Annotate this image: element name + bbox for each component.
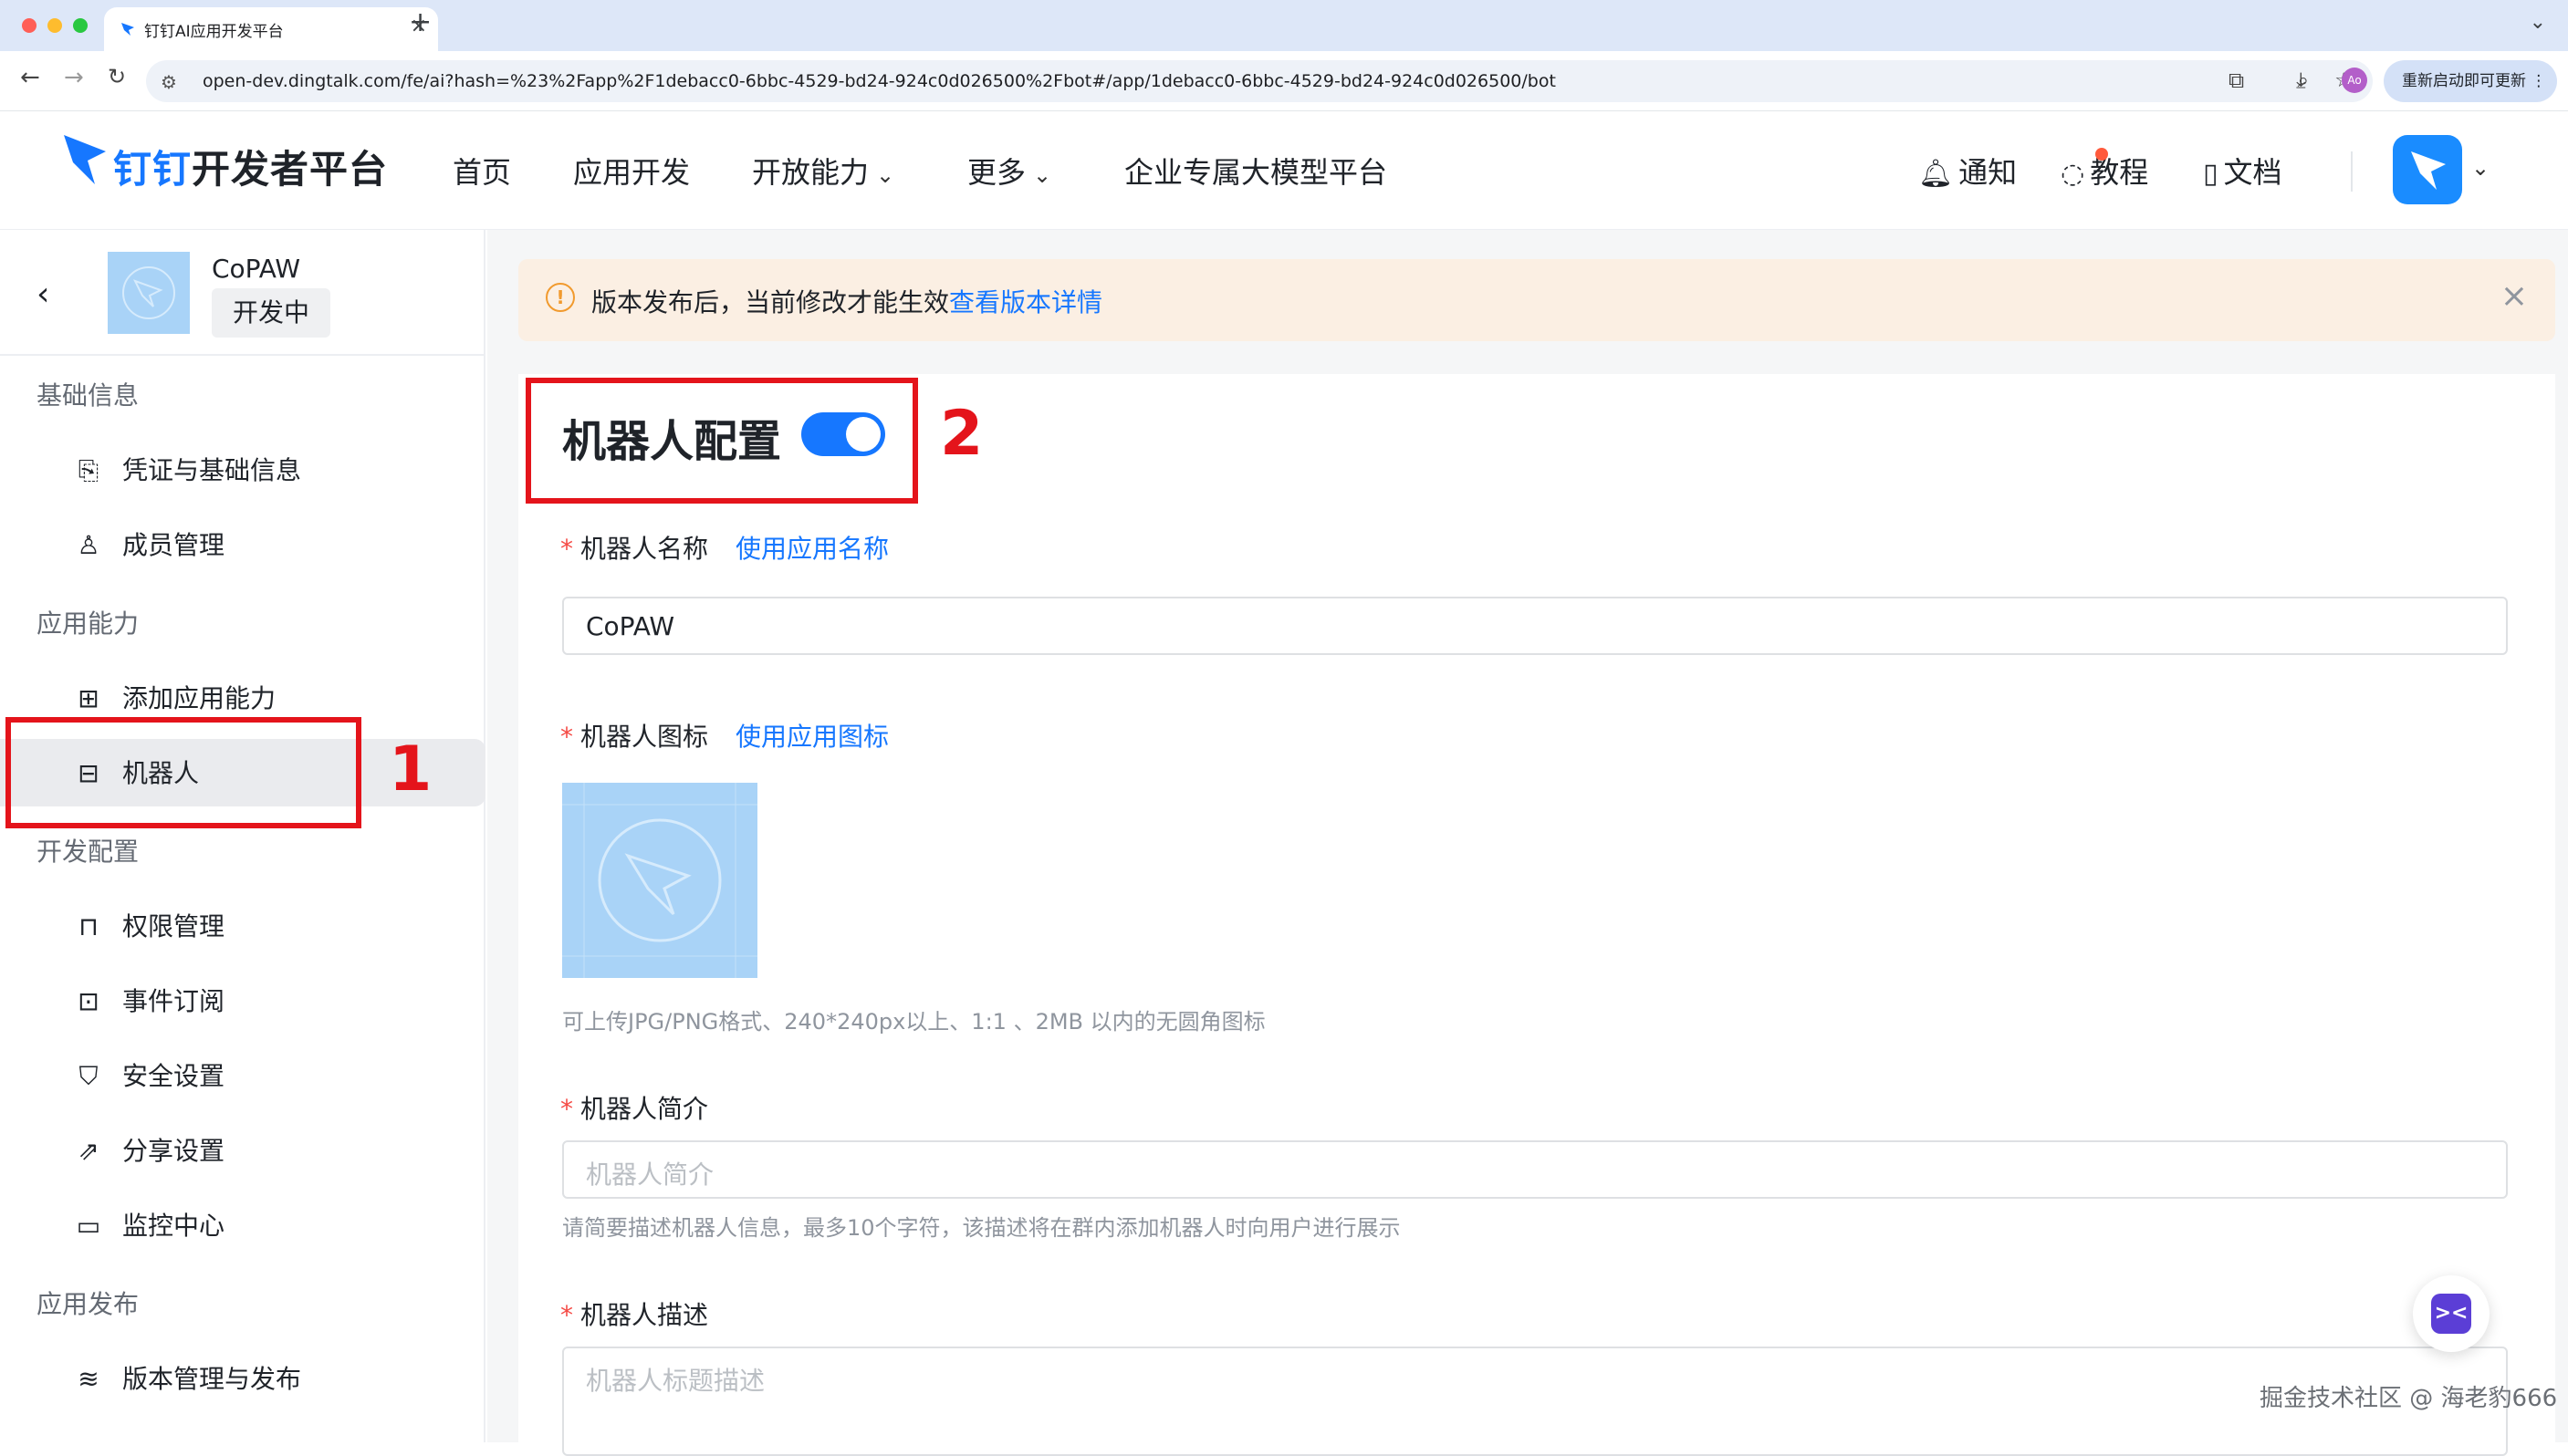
site-logo-text[interactable]: 钉钉开发者平台	[113, 139, 388, 194]
assistant-icon: ><	[2431, 1294, 2471, 1334]
alert-text: 版本发布后，当前修改才能生效查看版本详情	[591, 287, 1103, 317]
forward-arrow-icon[interactable]: →	[64, 66, 84, 89]
book-icon: ▯	[2203, 158, 2218, 190]
shield-icon: ⛉	[78, 1061, 99, 1091]
watermark: 掘金技术社区 @ 海老豹666	[2260, 1385, 2558, 1412]
new-tab-button[interactable]: +	[409, 9, 432, 36]
robot-intro-label: * 机器人简介	[560, 1094, 709, 1124]
site-info-icon[interactable]: ⚙	[161, 71, 177, 93]
sidebar-item-add-capability[interactable]: ⊞ 添加应用能力	[73, 679, 276, 715]
annotation-box-2	[526, 378, 918, 504]
notify-button[interactable]: 🔔︎ 通知	[1918, 150, 2017, 192]
robot-intro-hint: 请简要描述机器人信息，最多10个字符，该描述将在群内添加机器人时向用户进行展示	[562, 1215, 1401, 1241]
use-app-icon-link[interactable]: 使用应用图标	[736, 722, 889, 752]
user-app-avatar[interactable]	[2393, 135, 2462, 204]
maximize-window-button[interactable]	[73, 18, 88, 33]
robot-name-input[interactable]: CoPAW	[562, 597, 2508, 655]
annotation-box-1	[5, 717, 361, 828]
sidebar-item-share[interactable]: ⇗ 分享设置	[73, 1131, 224, 1168]
chevron-down-icon: ⌄	[876, 162, 895, 188]
sidebar-item-members[interactable]: ♙ 成员管理	[73, 525, 224, 562]
site-header: 钉钉开发者平台 首页 应用开发 开放能力 ⌄ 更多 ⌄ 企业专属大模型平台 🔔︎ 通知…	[0, 111, 2568, 230]
browser-tab[interactable]: 钉钉AI应用开发平台 ×	[104, 7, 438, 51]
tab-title: 钉钉AI应用开发平台	[144, 23, 284, 41]
dingtalk-placeholder-icon	[562, 783, 757, 978]
annotation-number-2: 2	[940, 398, 984, 470]
person-icon: ♙	[77, 530, 100, 560]
extensions-icon[interactable]: ⧉	[2229, 68, 2244, 93]
chevron-down-icon: ⌄	[1033, 162, 1052, 188]
credential-icon: ⎘	[78, 455, 99, 485]
back-arrow-icon[interactable]: ←	[20, 66, 40, 89]
app-status-badge: 开发中	[212, 288, 330, 338]
header-divider	[2351, 151, 2353, 192]
nav-app-dev[interactable]: 应用开发	[573, 150, 690, 192]
docs-button[interactable]: ▯ 文档	[2203, 150, 2282, 192]
browser-address-bar: ← → ↻ ⚙ open-dev.dingtalk.com/fe/ai?hash…	[0, 51, 2568, 111]
relaunch-update-button[interactable]: 重新启动即可更新 ⋮	[2384, 60, 2557, 102]
tab-list-chevron-icon[interactable]: ⌄	[2530, 11, 2546, 34]
nav-home[interactable]: 首页	[453, 150, 511, 192]
app-icon	[108, 252, 190, 334]
version-alert-banner: ! 版本发布后，当前修改才能生效查看版本详情 ×	[518, 259, 2555, 341]
dingtalk-placeholder-icon	[122, 266, 175, 319]
minimize-window-button[interactable]	[47, 18, 62, 33]
dingtalk-favicon-icon	[121, 23, 134, 36]
robot-desc-label: * 机器人描述	[560, 1300, 709, 1330]
sidebar-item-credentials[interactable]: ⎘ 凭证与基础信息	[73, 451, 301, 487]
robot-icon-upload[interactable]	[562, 783, 757, 978]
url-omnibox[interactable]: ⚙ open-dev.dingtalk.com/fe/ai?hash=%23%2…	[146, 60, 2373, 102]
lightbulb-icon: ◌	[2061, 158, 2085, 190]
close-window-button[interactable]	[22, 18, 37, 33]
robot-name-label: * 机器人名称 使用应用名称	[560, 534, 890, 564]
sidebar-item-events[interactable]: ⊡ 事件订阅	[73, 982, 224, 1018]
view-version-link[interactable]: 查看版本详情	[949, 287, 1102, 317]
info-icon: !	[546, 283, 575, 312]
url-text[interactable]: open-dev.dingtalk.com/fe/ai?hash=%23%2Fa…	[203, 71, 1556, 91]
download-icon[interactable]: ⤓	[2296, 68, 2306, 93]
profile-avatar[interactable]: Ao	[2342, 68, 2367, 93]
group-app-capability: 应用能力	[37, 608, 140, 639]
annotation-number-1: 1	[389, 733, 433, 806]
lock-icon: ⊓	[78, 911, 99, 941]
layers-icon: ≋	[78, 1364, 99, 1394]
back-chevron-icon[interactable]: ‹	[37, 276, 49, 313]
sidebar-divider	[0, 354, 484, 356]
chevron-down-icon[interactable]: ⌄	[2471, 155, 2490, 181]
share-icon: ⇗	[78, 1136, 99, 1166]
use-app-name-link[interactable]: 使用应用名称	[736, 534, 889, 564]
robot-icon-hint: 可上传JPG/PNG格式、240*240px以上、1:1 、2MB 以内的无圆角…	[562, 1009, 1266, 1035]
rss-icon: ⊡	[78, 986, 99, 1016]
monitor-icon: ▭	[76, 1211, 101, 1241]
sidebar-item-monitor[interactable]: ▭ 监控中心	[73, 1206, 224, 1243]
reload-icon[interactable]: ↻	[108, 66, 126, 88]
sidebar-item-permissions[interactable]: ⊓ 权限管理	[73, 907, 224, 943]
sidebar-item-security[interactable]: ⛉ 安全设置	[73, 1056, 224, 1093]
robot-desc-textarea[interactable]: 机器人标题描述	[562, 1347, 2508, 1456]
robot-intro-input[interactable]: 机器人简介	[562, 1140, 2508, 1199]
nav-enterprise-llm[interactable]: 企业专属大模型平台	[1124, 150, 1387, 192]
robot-icon-label: * 机器人图标 使用应用图标	[560, 722, 890, 752]
sidebar-item-version-release[interactable]: ≋ 版本管理与发布	[73, 1359, 301, 1396]
browser-tab-bar: 钉钉AI应用开发平台 × + ⌄	[0, 0, 2568, 51]
assistant-float-button[interactable]: ><	[2413, 1275, 2490, 1352]
nav-open-capability[interactable]: 开放能力 ⌄	[752, 150, 894, 192]
close-icon[interactable]: ×	[2500, 277, 2528, 315]
dingtalk-logo-icon[interactable]	[60, 131, 110, 190]
bell-icon: 🔔︎	[1918, 158, 1954, 190]
nav-more[interactable]: 更多 ⌄	[967, 150, 1051, 192]
group-dev-config: 开发配置	[37, 837, 140, 867]
group-basic-info: 基础信息	[37, 380, 140, 411]
dingtalk-avatar-icon	[2411, 151, 2446, 190]
notification-dot	[2095, 148, 2108, 161]
app-name: CoPAW	[212, 254, 301, 284]
group-app-release: 应用发布	[37, 1289, 140, 1319]
grid-add-icon: ⊞	[78, 683, 99, 713]
